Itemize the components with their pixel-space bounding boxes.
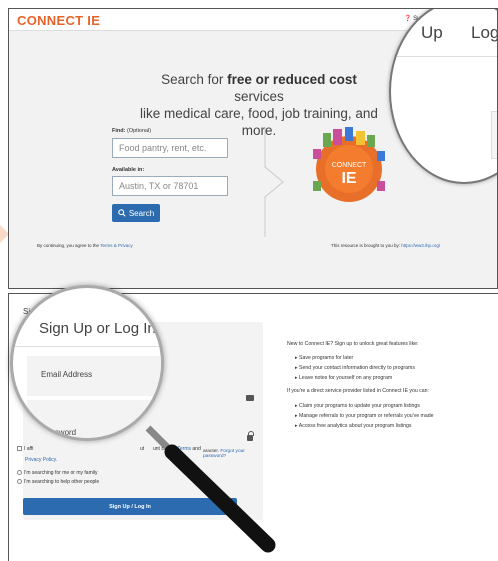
radio-others-label: I'm searching to help other people <box>24 479 100 485</box>
title-divider <box>13 346 161 347</box>
svg-text:IE: IE <box>341 170 356 187</box>
terms-notice: By continuing, you agree to the Terms & … <box>37 243 133 248</box>
connect-ie-badge: CONNECT IE <box>313 127 385 202</box>
forgot-password-hint: aracter. Forgot your password? <box>203 449 245 459</box>
terms-link[interactable]: Terms <box>177 446 191 452</box>
find-label: Find: (Optional) <box>112 128 152 134</box>
benefits-intro: New to Connect IE? Sign up to unlock gre… <box>287 341 419 347</box>
radio-others[interactable] <box>17 479 22 484</box>
search-page-screenshot: CONNECT IE ❓ Supp Search for free or red… <box>8 8 498 289</box>
lock-icon <box>247 431 254 441</box>
email-label: Email Address <box>41 370 93 379</box>
agree-text-terms: unt Bertha Terms and <box>153 446 201 452</box>
tutorial-image: CONNECT IE ❓ Supp Search for free or red… <box>0 0 498 561</box>
decorative-divider <box>264 127 284 237</box>
sponsor-notice: This resource is brought to you by: http… <box>331 243 441 248</box>
location-input[interactable]: Austin, TX or 78701 <box>112 176 228 196</box>
terms-privacy-link[interactable]: Terms & Privacy <box>100 243 133 248</box>
feature-item: ▸ Leave notes for yourself on any progra… <box>295 375 393 381</box>
agree-text-mid: ut <box>140 446 145 452</box>
signup-login-button[interactable]: Sign Up / Log In <box>23 498 237 515</box>
question-icon: ❓ <box>404 16 412 22</box>
feature-item: ▸ Save programs for later <box>295 355 354 361</box>
feature-item: ▸ Send your contact information directly… <box>295 365 415 371</box>
sponsor-link[interactable]: https://ww3.ihp.org/ <box>401 243 440 248</box>
agree-text-partial: I affi <box>24 446 34 452</box>
search-button[interactable]: Search <box>112 204 160 222</box>
radio-self[interactable] <box>17 470 22 475</box>
privacy-policy-link[interactable]: Privacy Policy. <box>25 457 57 463</box>
find-input[interactable]: Food pantry, rent, etc. <box>112 138 228 158</box>
provider-feature-item: ▸ Claim your programs to update your pro… <box>295 403 420 409</box>
available-in-label: Available in: <box>112 167 145 173</box>
envelope-icon <box>246 395 254 401</box>
log-in-link[interactable]: Log I <box>471 23 497 43</box>
sign-up-link[interactable]: Up <box>421 23 443 43</box>
header-divider <box>391 56 497 57</box>
provider-feature-item: ▸ Access free analytics about your progr… <box>295 423 412 429</box>
connect-ie-logo[interactable]: CONNECT IE <box>17 13 100 28</box>
provider-feature-item: ▸ Manage referrals to your program or re… <box>295 413 434 419</box>
radio-self-label: I'm searching for me or my family <box>24 470 98 476</box>
magnifier-lens-bottom: Sign Up or Log In Email Address Password <box>10 285 164 441</box>
magnifier-lens-top: Up Log I <box>389 9 497 184</box>
terms-checkbox[interactable] <box>17 446 22 451</box>
magnified-panel <box>491 111 497 159</box>
provider-intro: If you're a direct service provider list… <box>287 388 429 394</box>
search-icon <box>118 209 126 217</box>
password-label: Password <box>41 428 77 437</box>
signup-login-title: Sign Up or Log In <box>39 320 156 337</box>
svg-text:CONNECT: CONNECT <box>332 162 367 169</box>
